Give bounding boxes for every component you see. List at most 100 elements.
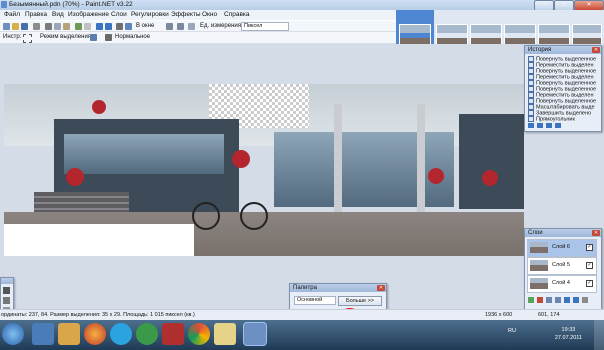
layer-visibility-checkbox[interactable]: ✓ xyxy=(586,280,593,287)
pillar xyxy=(334,104,342,214)
move-up-icon[interactable] xyxy=(564,297,570,303)
menu-window[interactable]: Окно xyxy=(202,11,217,18)
menu-effects[interactable]: Эффекты xyxy=(171,11,201,18)
undo-icon[interactable] xyxy=(96,22,103,30)
app-icon[interactable] xyxy=(162,323,184,345)
title-bar: Безымянный.pdn (70%) - Paint.NET v3.22 –… xyxy=(0,0,604,11)
zoom-in-icon[interactable] xyxy=(166,22,173,30)
menu-adjustments[interactable]: Регулировки xyxy=(131,11,169,18)
layer-visibility-checkbox[interactable]: ✓ xyxy=(586,262,593,269)
tools-title xyxy=(1,278,13,284)
crop-icon[interactable] xyxy=(75,22,82,30)
status-text: ординаты: 237, 84. Размер выделения: 35 … xyxy=(1,312,195,318)
units-label: Ед. измерения: xyxy=(200,22,243,29)
rider xyxy=(232,150,250,168)
rewind-icon[interactable] xyxy=(528,123,534,128)
zoom-tool-icon[interactable] xyxy=(3,297,10,304)
units-select[interactable]: Пиксел xyxy=(241,22,289,31)
layers-title: Слои xyxy=(525,229,601,237)
selection-mode-label: Режим выделения: xyxy=(40,34,93,40)
utorrent-icon[interactable] xyxy=(136,323,158,345)
selection-mode-icon[interactable] xyxy=(90,34,97,41)
zoom-out-icon[interactable] xyxy=(177,22,184,30)
move-tool-icon[interactable] xyxy=(3,287,10,294)
move-down-icon[interactable] xyxy=(573,297,579,303)
glass-facade xyxy=(64,134,224,174)
chrome-icon[interactable] xyxy=(188,323,210,345)
layer-thumbnail xyxy=(530,242,548,253)
menu-image[interactable]: Изображение xyxy=(68,11,109,18)
add-layer-icon[interactable] xyxy=(528,297,534,303)
rider xyxy=(92,100,106,114)
delete-layer-icon[interactable] xyxy=(537,297,543,303)
clock[interactable]: 19:33 27.07.2011 xyxy=(555,326,582,342)
blend-mode-select[interactable]: Нормальное xyxy=(115,34,150,40)
redo-icon[interactable] xyxy=(105,22,112,30)
explorer-icon[interactable] xyxy=(58,323,80,345)
fast-forward-icon[interactable] xyxy=(555,123,561,128)
close-icon[interactable]: ✕ xyxy=(592,47,600,53)
rider xyxy=(66,168,84,186)
tool-options-toolbar: Инстр: Режим выделения: Нормальное xyxy=(0,32,396,44)
folder-icon[interactable] xyxy=(214,323,236,345)
layer-thumbnail xyxy=(530,260,548,271)
palette-mode-select[interactable]: Основной xyxy=(294,296,336,305)
glass-facade xyxy=(274,132,454,207)
rider xyxy=(482,170,498,186)
rectangle-select-icon[interactable] xyxy=(23,34,32,43)
language-indicator[interactable]: RU xyxy=(508,328,516,334)
history-panel: История ✕ Повернуть выделенное Перемести… xyxy=(524,45,602,132)
ie-icon[interactable] xyxy=(32,323,54,345)
skype-icon[interactable] xyxy=(110,323,132,345)
close-icon[interactable]: ✕ xyxy=(377,285,385,291)
start-button[interactable] xyxy=(2,323,24,345)
paste-icon[interactable] xyxy=(63,22,70,30)
more-button[interactable]: Больше >> xyxy=(338,296,382,306)
bike-wheel xyxy=(240,202,268,230)
paint-net-icon[interactable] xyxy=(244,323,266,345)
taskbar: RU 19:33 27.07.2011 xyxy=(0,320,604,350)
layer-thumbnail xyxy=(530,278,548,289)
new-icon[interactable] xyxy=(3,22,10,30)
show-desktop-button[interactable] xyxy=(594,320,604,350)
save-icon[interactable] xyxy=(21,22,28,30)
building xyxy=(459,114,524,209)
layer-item[interactable]: Слой 5 ✓ xyxy=(527,257,597,275)
menu-file[interactable]: Файл xyxy=(4,11,20,18)
duplicate-layer-icon[interactable] xyxy=(546,297,552,303)
history-item[interactable]: Прямоугольник xyxy=(528,116,575,122)
window-title: Безымянный.pdn (70%) - Paint.NET v3.22 xyxy=(9,1,133,8)
grid-icon[interactable] xyxy=(116,22,123,30)
close-icon[interactable]: ✕ xyxy=(592,230,600,236)
panorama-image[interactable] xyxy=(4,84,524,256)
menu-layers[interactable]: Слои xyxy=(111,11,127,18)
menu-view[interactable]: Вид xyxy=(52,11,64,18)
menu-help[interactable]: Справка xyxy=(224,11,250,18)
layer-visibility-checkbox[interactable]: ✓ xyxy=(586,244,593,251)
image-size: 1936 x 600 xyxy=(485,312,513,318)
palette-title: Палитра xyxy=(290,284,386,292)
undo-icon[interactable] xyxy=(537,123,543,128)
copy-icon[interactable] xyxy=(54,22,61,30)
menu-edit[interactable]: Правка xyxy=(25,11,47,18)
layer-name: Слой 5 xyxy=(552,262,570,268)
redo-icon[interactable] xyxy=(546,123,552,128)
zoom-icon[interactable] xyxy=(125,22,132,30)
main-toolbar: В окне Ед. измерения: Пиксел xyxy=(0,21,396,32)
layer-item[interactable]: Слой 4 ✓ xyxy=(527,275,597,293)
layers-panel: Слои ✕ Слой 6 ✓ Слой 5 ✓ Слой 4 ✓ xyxy=(524,228,602,310)
layer-properties-icon[interactable] xyxy=(582,297,588,303)
merge-layer-icon[interactable] xyxy=(555,297,561,303)
layer-name: Слой 4 xyxy=(552,280,570,286)
open-icon[interactable] xyxy=(12,22,19,30)
date: 27.07.2011 xyxy=(554,335,582,341)
firefox-icon[interactable] xyxy=(84,323,106,345)
blend-icon[interactable] xyxy=(105,34,112,41)
cut-icon[interactable] xyxy=(45,22,52,30)
cursor-position: 601, 174 xyxy=(538,312,560,318)
fit-label[interactable]: В окне xyxy=(136,23,154,29)
layer-item[interactable]: Слой 6 ✓ xyxy=(527,239,597,257)
print-icon[interactable] xyxy=(33,22,40,30)
deselect-icon[interactable] xyxy=(84,22,91,30)
ruler-icon[interactable] xyxy=(188,22,195,30)
